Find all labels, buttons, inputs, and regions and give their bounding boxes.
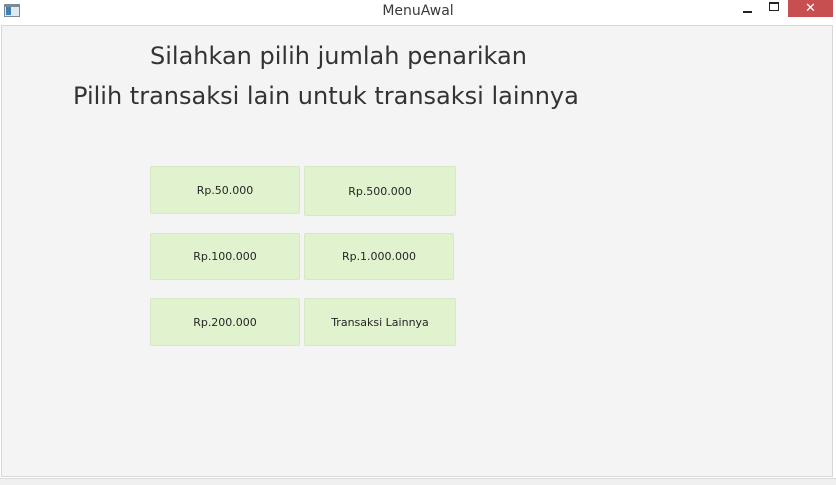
- maximize-button[interactable]: [764, 0, 784, 17]
- window-title: MenuAwal: [382, 3, 454, 19]
- window-bottom-edge: [0, 478, 836, 485]
- close-button[interactable]: ✕: [788, 0, 833, 17]
- main-panel: Silahkan pilih jumlah penarikan Pilih tr…: [1, 25, 833, 477]
- other-transaction-button[interactable]: Transaksi Lainnya: [304, 298, 456, 346]
- maximize-icon: [769, 2, 779, 11]
- withdraw-1000000-button[interactable]: Rp.1.000.000: [304, 233, 454, 280]
- close-icon: ✕: [805, 1, 816, 16]
- withdraw-50000-button[interactable]: Rp.50.000: [150, 166, 300, 214]
- minimize-button[interactable]: [737, 0, 757, 17]
- minimize-icon: [742, 10, 752, 13]
- withdraw-100000-button[interactable]: Rp.100.000: [150, 233, 300, 280]
- heading-withdraw-amount: Silahkan pilih jumlah penarikan: [150, 42, 527, 70]
- title-bar[interactable]: MenuAwal ✕: [0, 0, 836, 24]
- withdraw-200000-button[interactable]: Rp.200.000: [150, 298, 300, 346]
- withdraw-500000-button[interactable]: Rp.500.000: [304, 166, 456, 216]
- heading-other-transaction: Pilih transaksi lain untuk transaksi lai…: [73, 82, 579, 110]
